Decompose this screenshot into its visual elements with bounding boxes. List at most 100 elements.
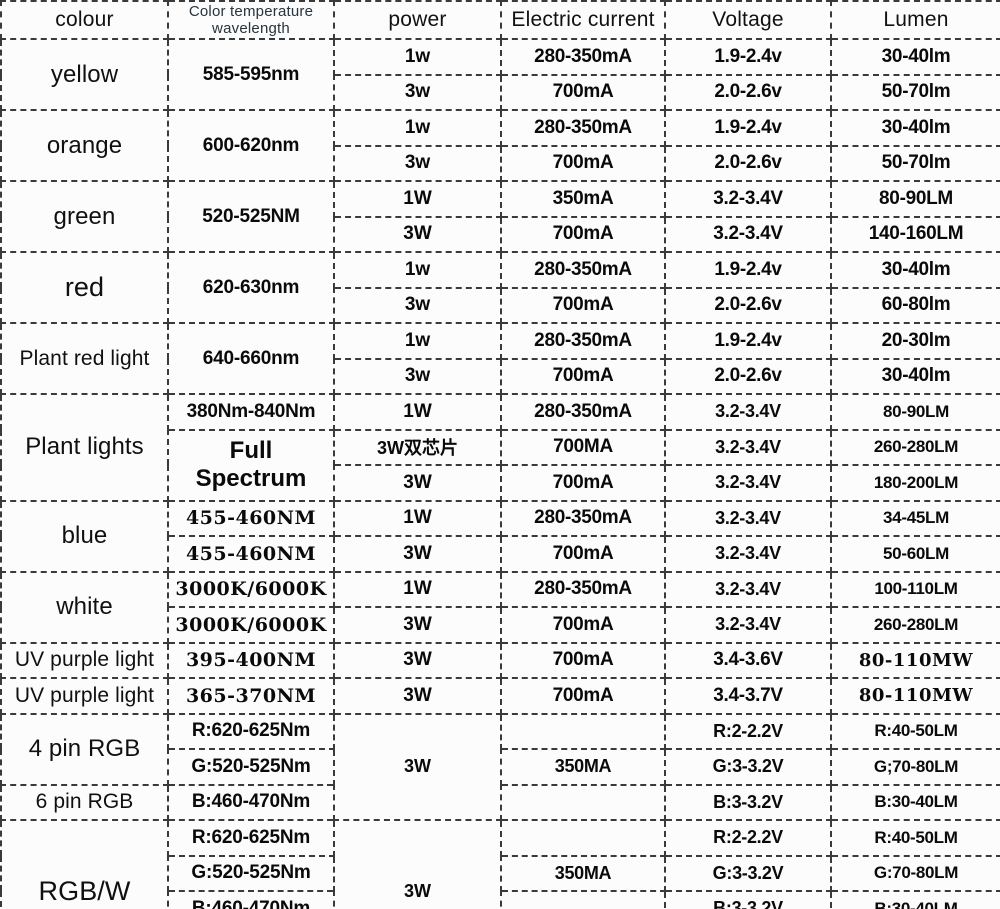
cell-lumen: R:40-50LM xyxy=(830,819,1000,857)
cell-voltage: 3.2-3.4V xyxy=(664,180,832,218)
cell-current xyxy=(500,890,666,909)
cell-wavelength: 620-630nm xyxy=(167,251,335,324)
cell-colour: Plant red light xyxy=(0,322,169,395)
cell-voltage: R:2-2.2V xyxy=(664,712,832,750)
cell-power: 3W xyxy=(333,712,502,821)
cell-power: 3W xyxy=(333,215,502,253)
cell-voltage: 3.2-3.4V xyxy=(664,606,832,644)
cell-colour: white xyxy=(0,570,169,644)
cell-lumen: 30-40lm xyxy=(830,251,1000,289)
cell-wavelength: 585-595nm xyxy=(167,38,335,111)
cell-colour: UV purple light xyxy=(0,677,169,715)
cell-lumen: 80-90LM xyxy=(830,180,1000,218)
cell-colour: blue xyxy=(0,499,169,573)
cell-power: 1w xyxy=(333,38,502,76)
cell-power: 1w xyxy=(333,322,502,360)
cell-lumen: 100-110LM xyxy=(830,570,1000,608)
cell-wavelength: G:520-525Nm xyxy=(167,854,335,892)
cell-current: 280-350mA xyxy=(500,251,666,289)
cell-power: 3w xyxy=(333,144,502,182)
cell-power: 3W双芯片 xyxy=(333,428,502,466)
table-row: white 3000K/6000K 1W 280-350mA 3.2-3.4V … xyxy=(0,570,1000,644)
cell-power: 3W xyxy=(333,606,502,644)
cell-wavelength: 600-620nm xyxy=(167,109,335,182)
cell-current: 700mA xyxy=(500,286,666,324)
cell-wavelength: R:620-625Nm xyxy=(167,819,335,857)
cell-voltage: 1.9-2.4v xyxy=(664,322,832,360)
cell-wavelength: 640-660nm xyxy=(167,322,335,395)
cell-current: 700mA xyxy=(500,357,666,395)
column-header-colour: colour xyxy=(0,0,169,40)
led-specification-table: colour Color temperature wavelength powe… xyxy=(0,0,1000,909)
cell-wavelength: 380Nm-840Nm xyxy=(167,393,335,431)
cell-voltage: 2.0-2.6v xyxy=(664,73,832,111)
table-header: colour Color temperature wavelength powe… xyxy=(0,0,1000,40)
cell-colour: red xyxy=(0,251,169,324)
header-row: colour Color temperature wavelength powe… xyxy=(0,0,1000,40)
cell-lumen: 50-70lm xyxy=(830,144,1000,182)
cell-power: 1W xyxy=(333,180,502,218)
cell-colour: green xyxy=(0,180,169,253)
cell-power: 3W xyxy=(333,677,502,715)
cell-current: 700mA xyxy=(500,535,666,573)
cell-current: 280-350mA xyxy=(500,109,666,147)
cell-lumen: 260-280LM xyxy=(830,428,1000,466)
cell-colour: 6 pin RGB xyxy=(0,783,169,821)
cell-lumen: 80-110MW xyxy=(830,677,1000,715)
cell-voltage: 2.0-2.6v xyxy=(664,144,832,182)
cell-power: 3W xyxy=(333,641,502,679)
table-row: Plant lights 380Nm-840Nm 1W 280-350mA 3.… xyxy=(0,393,1000,502)
led-spec-sheet: colour Color temperature wavelength powe… xyxy=(0,0,1000,909)
cell-current: 280-350mA xyxy=(500,322,666,360)
cell-lumen: 80-90LM xyxy=(830,393,1000,431)
cell-lumen: 30-40lm xyxy=(830,109,1000,147)
cell-wavelength: R:620-625Nm xyxy=(167,712,335,750)
cell-colour: UV purple light xyxy=(0,641,169,679)
cell-wavelength: 395-400NM xyxy=(167,641,335,679)
table-row: RGB/W R:620-625Nm 3W R:2-2.2V R:40-50LM xyxy=(0,819,1000,909)
cell-lumen: 34-45LM xyxy=(830,499,1000,537)
cell-lumen: 30-40lm xyxy=(830,357,1000,395)
cell-voltage: 3.2-3.4V xyxy=(664,499,832,537)
cell-voltage: 3.2-3.4V xyxy=(664,393,832,431)
cell-wavelength: B:460-470Nm xyxy=(167,890,335,909)
cell-voltage: G:3-3.2V xyxy=(664,748,832,786)
cell-power: 1W xyxy=(333,393,502,431)
cell-current: 280-350mA xyxy=(500,499,666,537)
column-header-lumen: Lumen xyxy=(830,0,1000,40)
table-row: UV purple light 365-370NM 3W 700mA 3.4-3… xyxy=(0,677,1000,715)
cell-colour: RGB/W xyxy=(0,819,169,909)
cell-lumen: 80-110MW xyxy=(830,641,1000,679)
cell-voltage: R:2-2.2V xyxy=(664,819,832,857)
cell-lumen: 50-70lm xyxy=(830,73,1000,111)
column-header-power: power xyxy=(333,0,502,40)
cell-power: 3w xyxy=(333,357,502,395)
cell-lumen: 140-160LM xyxy=(830,215,1000,253)
cell-power: 3W xyxy=(333,819,502,909)
cell-voltage: 1.9-2.4v xyxy=(664,38,832,76)
cell-voltage: 1.9-2.4v xyxy=(664,109,832,147)
cell-current: 700mA xyxy=(500,641,666,679)
table-row: orange 600-620nm 1w 280-350mA 1.9-2.4v 3… xyxy=(0,109,1000,182)
cell-current: 700mA xyxy=(500,144,666,182)
cell-lumen: 60-80lm xyxy=(830,286,1000,324)
cell-voltage: B:3-3.2V xyxy=(664,783,832,821)
cell-voltage: B:3-3.2V xyxy=(664,890,832,909)
cell-lumen: R:40-50LM xyxy=(830,712,1000,750)
cell-wavelength: 3000K/6000K xyxy=(167,606,335,644)
cell-voltage: 3.2-3.4V xyxy=(664,570,832,608)
cell-lumen: 30-40lm xyxy=(830,38,1000,76)
cell-lumen: 50-60LM xyxy=(830,535,1000,573)
cell-current xyxy=(500,783,666,821)
table-row: Plant red light 640-660nm 1w 280-350mA 1… xyxy=(0,322,1000,395)
column-header-voltage: Voltage xyxy=(664,0,832,40)
cell-voltage: 3.2-3.4V xyxy=(664,215,832,253)
cell-lumen: 180-200LM xyxy=(830,464,1000,502)
cell-wavelength: 455-460NM xyxy=(167,535,335,573)
cell-current: 700mA xyxy=(500,464,666,502)
cell-wavelength: 455-460NM xyxy=(167,499,335,537)
cell-wavelength: 520-525NM xyxy=(167,180,335,253)
cell-power: 3W xyxy=(333,464,502,502)
cell-wavelength: B:460-470Nm xyxy=(167,783,335,821)
cell-current: 700mA xyxy=(500,73,666,111)
